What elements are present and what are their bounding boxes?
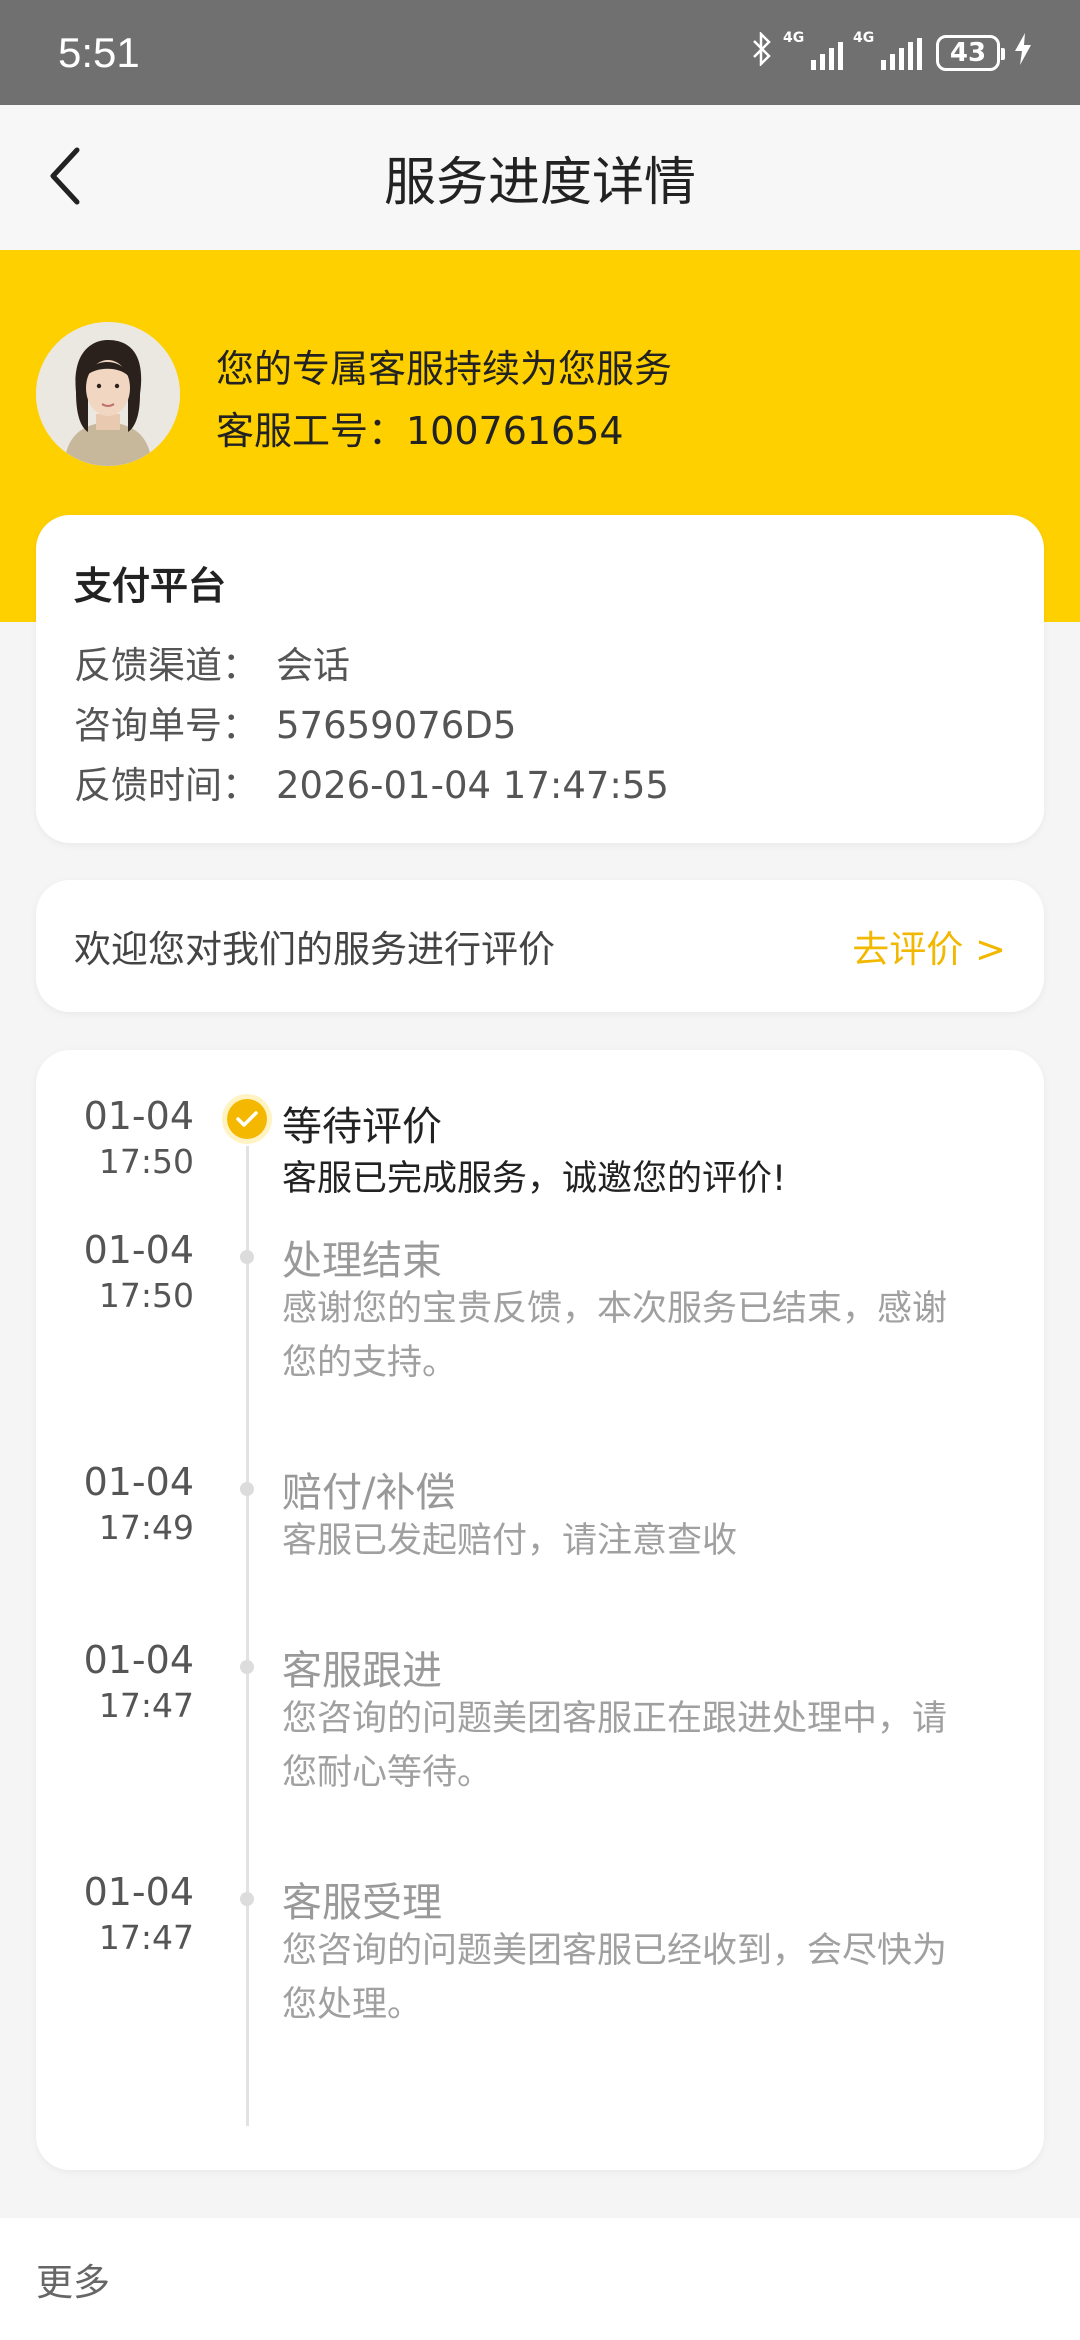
network-label: 4G: [783, 29, 805, 46]
info-row-order: 咨询单号： 57659076D5: [74, 696, 1006, 756]
timeline-title: 等待评价: [282, 1104, 442, 1150]
timeline-dot: [240, 1250, 254, 1264]
info-label: 咨询单号：: [74, 704, 259, 747]
timeline-time: 17:50: [98, 1276, 194, 1315]
timeline-desc: 客服已发起赔付，请注意查收: [282, 1521, 738, 1561]
timeline-date: 01-04: [83, 1870, 194, 1914]
timeline-desc: 客服已完成服务，诚邀您的评价!: [282, 1159, 787, 1199]
info-value: 2026-01-04 17:47:55: [276, 764, 669, 807]
info-label: 反馈时间：: [74, 764, 259, 807]
timeline-desc: 您咨询的问题美团客服正在跟进处理中，请您耐心等待。: [282, 1699, 948, 1793]
info-label: 反馈渠道：: [74, 644, 259, 687]
timeline-time: 17:47: [98, 1918, 194, 1957]
network-label: 4G: [853, 29, 875, 46]
timeline-date: 01-04: [83, 1228, 194, 1272]
timeline-time: 17:50: [98, 1142, 194, 1181]
timeline-time: 17:49: [98, 1508, 194, 1547]
more-section[interactable]: 更多: [0, 2218, 1080, 2340]
info-row-time: 反馈时间： 2026-01-04 17:47:55: [74, 756, 1006, 816]
feedback-info-card: 支付平台 反馈渠道： 会话 咨询单号： 57659076D5 反馈时间： 202…: [36, 515, 1044, 843]
status-time: 5:51: [58, 28, 140, 76]
bolt-icon: [1014, 32, 1032, 73]
signal-icon: 4G: [853, 30, 922, 70]
agent-id: 客服工号：100761654: [216, 409, 624, 453]
timeline-title: 客服受理: [282, 1880, 442, 1926]
avatar: [36, 322, 180, 466]
timeline-desc: 感谢您的宝贵反馈，本次服务已结束，感谢您的支持。: [282, 1289, 948, 1383]
info-value: 57659076D5: [276, 704, 517, 747]
signal-icon: 4G: [783, 30, 843, 70]
timeline-dot: [240, 1892, 254, 1906]
rating-card: 欢迎您对我们的服务进行评价 去评价 >: [36, 880, 1044, 1012]
timeline-dot: [240, 1482, 254, 1496]
card-title: 支付平台: [74, 564, 227, 608]
timeline-line: [246, 1146, 249, 2126]
info-row-channel: 反馈渠道： 会话: [74, 636, 1006, 696]
timeline-date: 01-04: [83, 1638, 194, 1682]
timeline-dot: [240, 1660, 254, 1674]
back-button[interactable]: [30, 143, 100, 213]
info-value: 会话: [276, 644, 350, 687]
timeline-title: 客服跟进: [282, 1648, 442, 1694]
status-bar: 5:51 4G 4G 43: [0, 0, 1080, 105]
rate-button[interactable]: 去评价 >: [852, 919, 1006, 973]
chevron-left-icon: [45, 146, 85, 210]
page-title: 服务进度详情: [383, 153, 696, 213]
agent-greeting: 您的专属客服持续为您服务: [216, 347, 673, 391]
battery-icon: 43: [936, 34, 1005, 71]
timeline-desc: 您咨询的问题美团客服已经收到，会尽快为您处理。: [282, 1931, 948, 2025]
timeline-time: 17:47: [98, 1686, 194, 1725]
battery-level: 43: [949, 37, 987, 68]
progress-timeline: 01-04 17:50 等待评价 客服已完成服务，诚邀您的评价! 01-04 1…: [36, 1050, 1044, 2170]
timeline-date: 01-04: [83, 1094, 194, 1138]
rating-prompt: 欢迎您对我们的服务进行评价: [74, 928, 555, 971]
status-icons: 4G 4G 43: [751, 30, 1032, 74]
timeline-date: 01-04: [83, 1460, 194, 1504]
more-label: 更多: [36, 2261, 110, 2304]
title-bar: 服务进度详情: [0, 105, 1080, 250]
timeline-title: 赔付/补偿: [282, 1470, 456, 1516]
check-circle-icon: [222, 1094, 272, 1144]
bluetooth-icon: [751, 30, 773, 74]
timeline-title: 处理结束: [282, 1238, 442, 1284]
